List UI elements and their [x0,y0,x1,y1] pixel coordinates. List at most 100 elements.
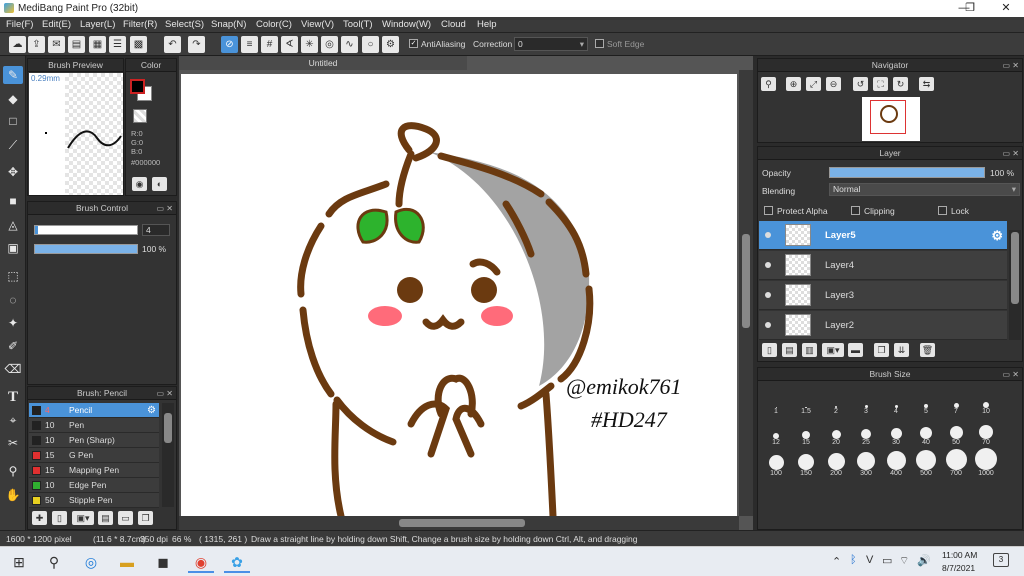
menu-snap[interactable]: Snap(N) [211,19,246,30]
fit-screen-icon[interactable]: ⛶ [873,77,888,91]
select-eraser-tool-icon[interactable]: ⌫ [3,360,23,378]
text-tool-icon[interactable]: T [3,388,23,406]
brush-menu-icon[interactable]: ▣▾ [72,511,94,525]
list-icon[interactable]: ☰ [109,36,126,53]
layer-row-layer2[interactable]: Layer2 [759,311,1007,340]
perspective-snap-icon[interactable]: ∢ [281,36,298,53]
brush-size-option-1[interactable]: 1 [762,386,790,415]
undo-icon[interactable]: ↶ [164,36,181,53]
brush-size-option-25[interactable]: 25 [852,417,880,446]
operation-tool-icon[interactable]: ⌖ [3,411,23,429]
cloud-icon[interactable]: ☁ [9,36,26,53]
select-tool-icon[interactable]: ⬚ [3,267,23,285]
parallel-snap-icon[interactable]: ≡ [241,36,258,53]
brush-item-mapping-pen[interactable]: 15 Mapping Pen [29,463,159,478]
new-brush-icon[interactable]: ▯ [52,511,67,525]
foreground-color-swatch[interactable] [130,79,145,94]
brush-size-option-5[interactable]: 5 [912,386,940,415]
brush-item-pen[interactable]: 10 Pen [29,418,159,433]
menu-file[interactable]: File(F) [6,19,33,30]
redo-icon[interactable]: ↷ [188,36,205,53]
comment-icon[interactable]: ✉ [48,36,65,53]
brush-size-option-150[interactable]: 150 [792,448,820,477]
menu-color[interactable]: Color(C) [256,19,292,30]
brush-size-option-10[interactable]: 10 [972,386,1000,415]
brush-tool-icon[interactable]: ✎ [3,66,23,84]
brush-size-option-15[interactable]: 15 [792,417,820,446]
brush-size-option-7[interactable]: 7 [942,386,970,415]
shape-tool-icon[interactable]: □ [3,112,23,130]
brush-item-pen-sharp[interactable]: 10 Pen (Sharp) [29,433,159,448]
add-brush-icon[interactable]: ✚ [32,511,47,525]
chrome-browser-icon[interactable]: ◉ [188,551,214,573]
brush-size-option-20[interactable]: 20 [822,417,850,446]
upload-icon[interactable]: ⇪ [28,36,45,53]
brush-copy-icon[interactable]: ▤ [98,511,113,525]
correction-select[interactable]: 0 ▾ [514,37,588,51]
brush-list-scrollbar[interactable] [162,403,174,507]
volume-icon[interactable]: 🔊 [917,554,931,567]
canvas-horizontal-scrollbar[interactable] [179,516,739,530]
close-button[interactable]: ✕ [986,0,1024,17]
menu-edit[interactable]: Edit(E) [42,19,71,30]
menu-tool[interactable]: Tool(T) [343,19,373,30]
blending-select[interactable]: Normal ▾ [829,183,1020,196]
layer-row-layer4[interactable]: Layer4 [759,251,1007,280]
brush-size-option-30[interactable]: 30 [882,417,910,446]
grid-snap-icon[interactable]: # [261,36,278,53]
brush-size-slider[interactable] [34,225,138,235]
grid-icon[interactable]: ▩ [130,36,147,53]
menu-cloud[interactable]: Cloud [441,19,466,30]
clock-date[interactable]: 8/7/2021 [942,563,975,573]
rotate-right-icon[interactable]: ↻ [893,77,908,91]
brush-size-option-100[interactable]: 100 [762,448,790,477]
brush-item-stipple-pen[interactable]: 50 Stipple Pen [29,493,159,508]
brush-size-option-12[interactable]: 12 [762,417,790,446]
brush-size-option-1.5[interactable]: 1.5 [792,386,820,415]
brush-item-pencil[interactable]: 4 Pencil ⚙ [29,403,159,418]
menu-filter[interactable]: Filter(R) [123,19,157,30]
transparent-swatch[interactable] [133,109,147,123]
eyedropper-tool-icon[interactable]: ⚲ [3,462,23,480]
menu-help[interactable]: Help [477,19,497,30]
layer-row-layer5[interactable]: Layer5 ⚙ [759,221,1007,250]
menu-layer[interactable]: Layer(L) [80,19,115,30]
protect-alpha-checkbox[interactable] [764,206,773,215]
concentric-snap-icon[interactable]: ◎ [321,36,338,53]
canvas-vertical-scrollbar[interactable] [739,70,753,516]
maximize-button[interactable]: ❐ [950,0,990,17]
brush-size-option-1000[interactable]: 1000 [972,448,1000,477]
radial-snap-icon[interactable]: ✳ [301,36,318,53]
message-icon[interactable]: ▤ [68,36,85,53]
curve-snap-icon[interactable]: ∿ [341,36,358,53]
brush-size-option-300[interactable]: 300 [852,448,880,477]
new-8bit-layer-icon[interactable]: ▥ [802,343,817,357]
wifi-icon[interactable]: ⌔ [899,554,909,568]
file-explorer-icon[interactable]: ▬ [114,551,140,573]
store-icon[interactable]: ◼ [150,551,176,573]
brush-size-option-200[interactable]: 200 [822,448,850,477]
eraser-tool-icon[interactable]: ◆ [3,90,23,108]
lasso-tool-icon[interactable]: ◌ [3,291,23,309]
select-pen-tool-icon[interactable]: ✐ [3,337,23,355]
brush-size-option-40[interactable]: 40 [912,417,940,446]
brush-folder-icon[interactable]: ▭ [118,511,133,525]
zoom-in-icon[interactable]: ⊕ [786,77,801,91]
brush-size-option-3[interactable]: 3 [852,386,880,415]
duplicate-layer-icon[interactable]: ❐ [874,343,889,357]
divide-tool-icon[interactable]: ✂ [3,434,23,452]
brush-size-option-4[interactable]: 4 [882,386,910,415]
brush-duplicate-icon[interactable]: ❐ [138,511,153,525]
color-picker-icon[interactable]: ◐ [152,177,167,191]
battery-icon[interactable]: ▭ [882,554,892,567]
circle-snap-icon[interactable]: ○ [362,36,379,53]
brush-item-edge-pen[interactable]: 10 Edge Pen [29,478,159,493]
move-tool-icon[interactable]: ✥ [3,163,23,181]
brush-size-option-400[interactable]: 400 [882,448,910,477]
dot-tool-icon[interactable]: ⟋ [3,136,23,154]
brush-item-g-pen[interactable]: 15 G Pen [29,448,159,463]
vpn-icon[interactable]: V [866,554,873,566]
add-layer-menu-icon[interactable]: ▣▾ [822,343,844,357]
notifications-icon[interactable]: 3 [993,553,1009,567]
zoom-icon[interactable]: ⚲ [761,77,776,91]
